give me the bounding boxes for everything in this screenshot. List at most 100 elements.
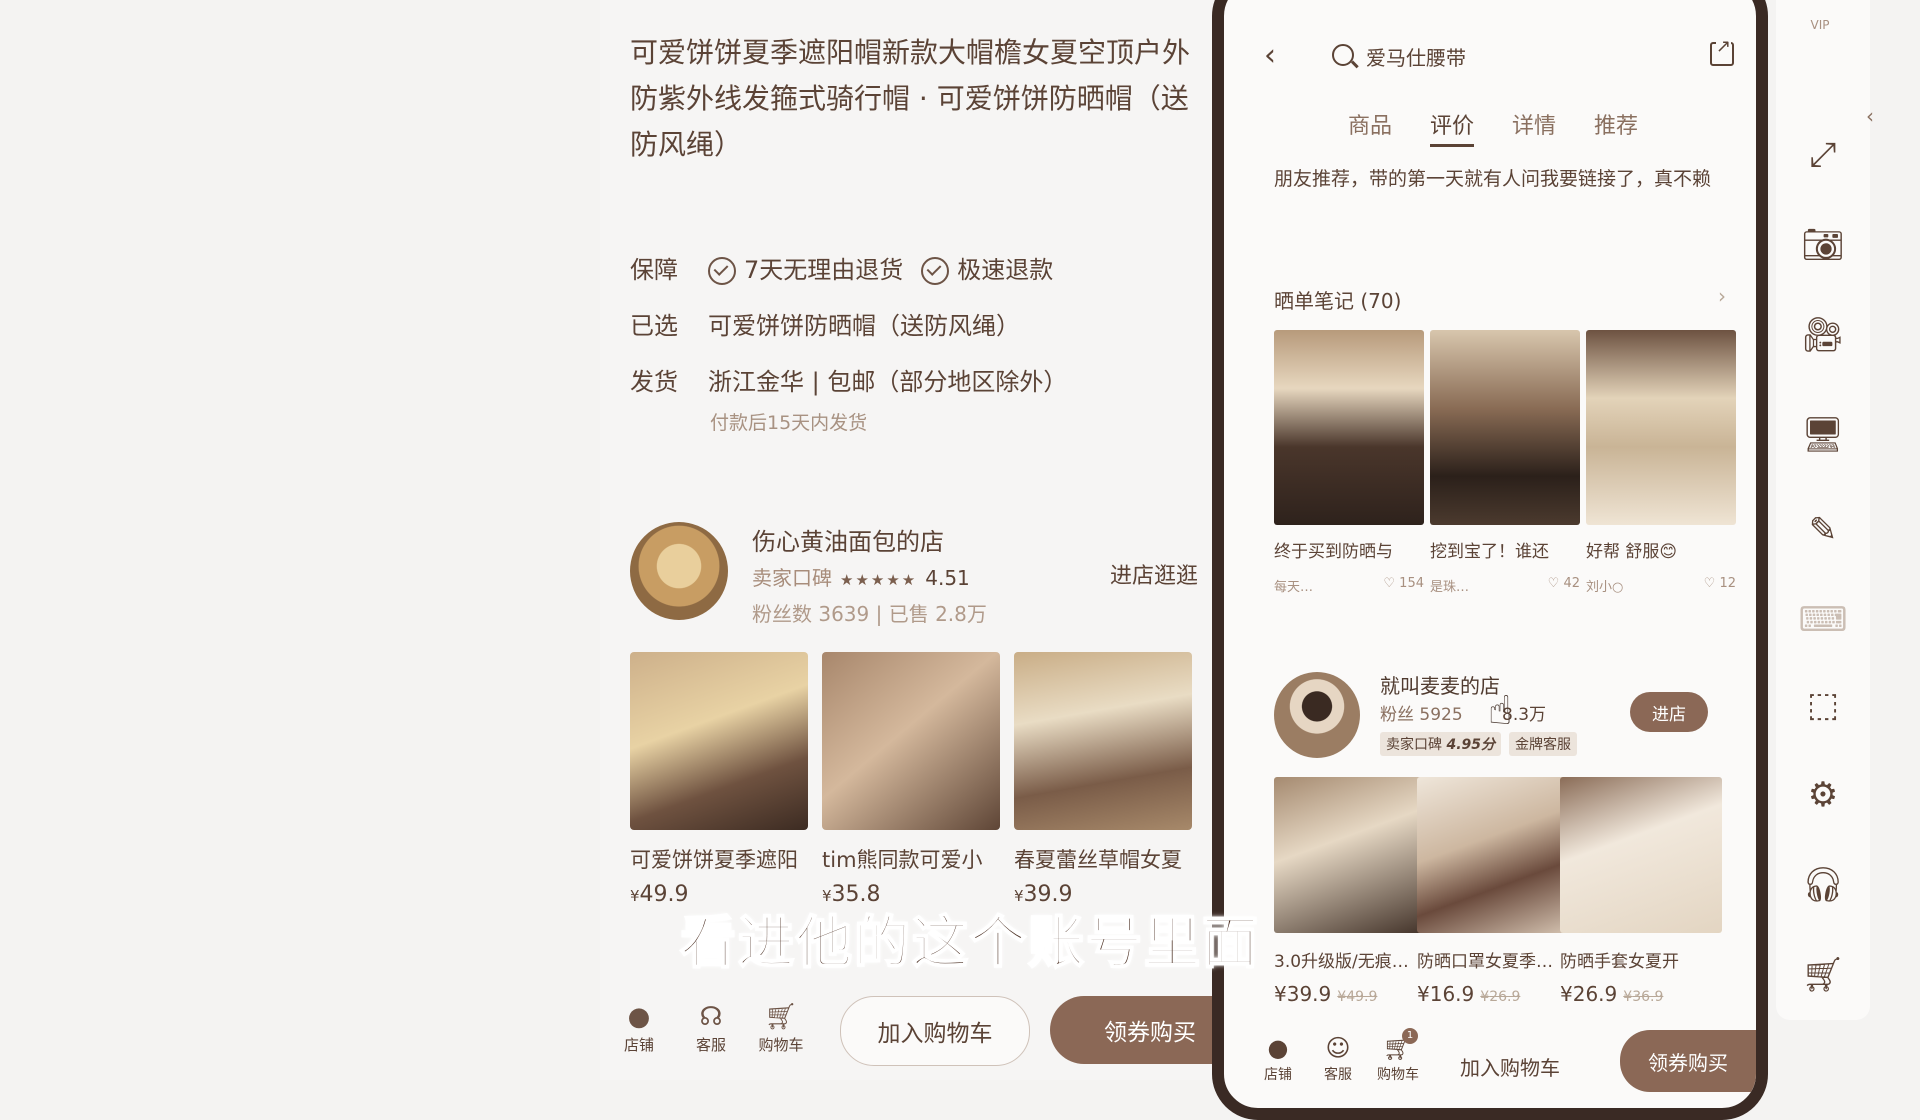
product-image: [1014, 652, 1192, 830]
video-subtitle: 看进他的这个账号里面: [679, 910, 1260, 977]
shop-name[interactable]: 就叫麦麦的店: [1380, 670, 1500, 699]
note-text: 终于买到防晒与: [1274, 542, 1393, 562]
shop-avatar[interactable]: [1274, 672, 1360, 758]
shop-badges: 卖家口碑 4.95分 金牌客服: [1380, 732, 1577, 756]
cart-tab[interactable]: 🛒︎ 购物车: [756, 1000, 806, 1055]
add-to-cart-button[interactable]: 加入购物车: [1460, 1052, 1560, 1081]
store-icon: ●: [627, 1002, 651, 1032]
search-icon[interactable]: [1332, 44, 1354, 66]
shop-name[interactable]: 伤心黄油面包的店: [752, 522, 944, 557]
recommend-name: 防晒手套女夏开: [1560, 952, 1679, 972]
buy-button[interactable]: 领券购买: [1050, 996, 1220, 1064]
screen-share-icon[interactable]: 🖥︎: [1798, 410, 1848, 460]
recommend-image: [1274, 777, 1436, 933]
shipping-row: 发货 浙江金华 | 包邮（部分地区除外）: [630, 362, 1067, 397]
recommend-card[interactable]: 3.0升级版/无痕… ¥39.9 ¥49.9: [1274, 777, 1436, 1006]
recommend-image: [1560, 777, 1722, 933]
recommend-card[interactable]: 防晒口罩女夏季… ¥16.9 ¥26.9: [1417, 777, 1579, 1006]
recommend-price: ¥16.9 ¥26.9: [1417, 982, 1521, 1006]
shop-rating: 卖家口碑 ★★★★★ 4.51: [752, 562, 970, 591]
phone-frame: ‹ 爱马仕腰带 商品 评价 详情 推荐 朋友推荐，带的第一天就有人问我要链接了，…: [1212, 0, 1768, 1120]
vip-avatar-icon[interactable]: VIP: [1790, 18, 1850, 68]
note-text: 挖到宝了！谁还: [1430, 542, 1549, 562]
product-card[interactable]: 可爱饼饼夏季遮阳 ¥49.9: [630, 652, 808, 907]
note-meta: 是珠… ♡ 42: [1430, 576, 1580, 595]
product-image: [822, 652, 1000, 830]
check-circle-icon: [921, 257, 950, 285]
product-title: 可爱饼饼夏季遮阳帽新款大帽檐女夏空顶户外防紫外线发箍式骑行帽 · 可爱饼饼防晒帽…: [630, 36, 1191, 161]
store-icon: ●: [1267, 1034, 1289, 1062]
screenshot-icon[interactable]: ⬚: [1798, 680, 1848, 730]
keyboard-icon[interactable]: ⌨: [1798, 595, 1848, 645]
buy-button[interactable]: 领券购买: [1620, 1030, 1756, 1092]
selected-label: 已选: [630, 312, 678, 340]
product-name: 可爱饼饼夏季遮阳: [630, 848, 798, 872]
video-camera-icon[interactable]: 🎥︎: [1798, 310, 1848, 360]
guarantee-refund: 极速退款: [957, 256, 1054, 284]
recommend-name: 3.0升级版/无痕…: [1274, 952, 1409, 972]
tab-recommend[interactable]: 推荐: [1594, 108, 1638, 147]
rating-badge: 卖家口碑 4.95分: [1380, 732, 1501, 756]
headset-icon[interactable]: 🎧︎: [1798, 860, 1848, 910]
note-card[interactable]: 终于买到防晒与 每天… ♡ 154: [1274, 330, 1424, 595]
service-tab[interactable]: ☊ 客服: [686, 1000, 736, 1055]
recommend-price: ¥26.9 ¥36.9: [1560, 982, 1664, 1006]
shop-avatar[interactable]: [630, 522, 728, 620]
recommend-price: ¥39.9 ¥49.9: [1274, 982, 1378, 1006]
ship-value: 浙江金华 | 包邮（部分地区除外）: [708, 368, 1068, 396]
service-tab[interactable]: ☺ 客服: [1314, 1032, 1362, 1084]
tool-rail: VIP ⤢ 📷︎ 🎥︎ 🖥︎ ✎ ⌨ ⬚ ⚙ 🎧︎ 🛒︎: [1776, 0, 1870, 1020]
ship-note: 付款后15天内发货: [710, 412, 868, 434]
selected-row[interactable]: 已选 可爱饼饼防晒帽（送防风绳）: [630, 306, 1020, 341]
visit-shop-button[interactable]: 进店: [1630, 692, 1708, 732]
tab-reviews[interactable]: 评价: [1430, 108, 1475, 147]
cart-icon[interactable]: 🛒︎: [1798, 950, 1848, 1000]
cart-icon: 🛒︎: [764, 1002, 798, 1032]
fullscreen-icon[interactable]: ⤢: [1798, 130, 1848, 180]
note-image: [1586, 330, 1736, 525]
note-text: 好帮 舒服😊: [1586, 542, 1678, 562]
chevron-right-icon[interactable]: ›: [1718, 284, 1726, 308]
cart-tab[interactable]: 🛒︎ 1 购物车: [1374, 1028, 1422, 1084]
share-icon[interactable]: [1710, 36, 1734, 66]
tab-goods[interactable]: 商品: [1348, 108, 1392, 147]
product-name: 春夏蕾丝草帽女夏: [1014, 848, 1182, 872]
hand-cursor-icon: ☝: [1488, 688, 1513, 734]
shop-fans: 粉丝数 3639 | 已售 2.8万: [752, 602, 987, 626]
recommend-card[interactable]: 防晒手套女夏开 ¥26.9 ¥36.9: [1560, 777, 1722, 1006]
note-image: [1430, 330, 1580, 525]
shop-rating-label: 卖家口碑: [752, 566, 832, 590]
visit-shop-link[interactable]: 进店逛逛: [1110, 558, 1198, 590]
store-tab[interactable]: ● 店铺: [1254, 1032, 1302, 1084]
phone-tabs: 商品 评价 详情 推荐: [1348, 108, 1638, 147]
recommend-name: 防晒口罩女夏季…: [1417, 952, 1553, 972]
store-tab[interactable]: ● 店铺: [614, 1000, 664, 1055]
guarantee-return: 7天无理由退货: [744, 256, 904, 284]
product-card[interactable]: 春夏蕾丝草帽女夏 ¥39.9: [1014, 652, 1192, 907]
add-to-cart-button[interactable]: 加入购物车: [840, 996, 1030, 1066]
note-meta: 刘小○ ♡ 12: [1586, 576, 1736, 595]
back-arrow-icon[interactable]: ‹: [1264, 38, 1276, 73]
note-card[interactable]: 挖到宝了！谁还 是珠… ♡ 42: [1430, 330, 1580, 595]
product-image: [630, 652, 808, 830]
chat-icon: ☺: [1325, 1034, 1351, 1062]
star-rating-icon: ★★★★★: [840, 571, 918, 589]
shop-fans: 粉丝 5925: [1380, 705, 1463, 725]
product-card[interactable]: tim熊同款可爱小 ¥35.8: [822, 652, 1000, 907]
review-text: 朋友推荐，带的第一天就有人问我要链接了，真不赖: [1274, 168, 1712, 190]
note-image: [1274, 330, 1424, 525]
headset-icon: ☊: [699, 1002, 723, 1032]
phone-screen: ‹ 爱马仕腰带 商品 评价 详情 推荐 朋友推荐，带的第一天就有人问我要链接了，…: [1224, 12, 1756, 1092]
gear-icon[interactable]: ⚙: [1798, 770, 1848, 820]
selected-value: 可爱饼饼防晒帽（送防风绳）: [708, 312, 1020, 340]
notes-title[interactable]: 晒单笔记 (70): [1274, 285, 1401, 314]
brush-icon[interactable]: ✎: [1798, 505, 1848, 555]
tab-details[interactable]: 详情: [1512, 108, 1556, 147]
service-badge: 金牌客服: [1509, 732, 1577, 756]
camera-icon[interactable]: 📷︎: [1798, 220, 1848, 270]
search-query[interactable]: 爱马仕腰带: [1366, 42, 1466, 71]
ship-label: 发货: [630, 368, 678, 396]
collapse-arrow-icon[interactable]: ‹: [1866, 104, 1874, 128]
note-card[interactable]: 好帮 舒服😊 刘小○ ♡ 12: [1586, 330, 1736, 595]
note-meta: 每天… ♡ 154: [1274, 576, 1424, 595]
